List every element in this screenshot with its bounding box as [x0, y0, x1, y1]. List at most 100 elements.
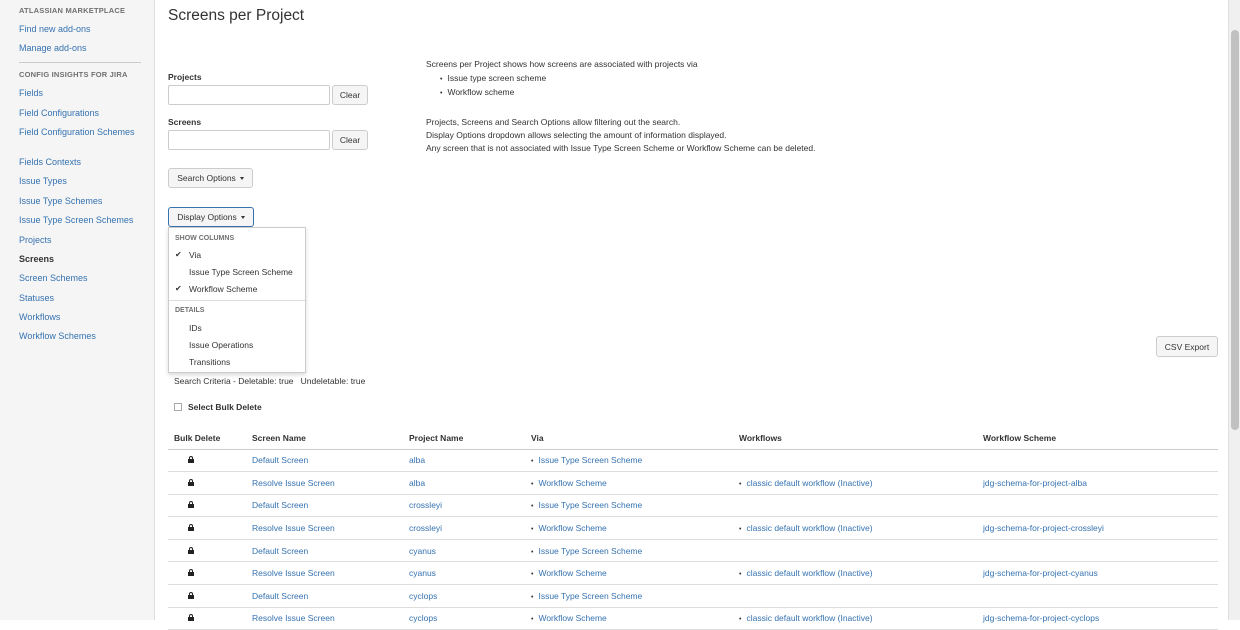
workflow-link[interactable]: classic default workflow (Inactive)	[739, 478, 873, 488]
col-screen-name: Screen Name	[246, 428, 403, 450]
project-name-cell: alba	[403, 471, 525, 495]
screen-link[interactable]: Resolve Issue Screen	[252, 523, 335, 533]
sidebar-item-issue-types[interactable]: Issue Types	[19, 176, 144, 186]
bulk-delete-cell	[168, 539, 246, 563]
column-option-label: Via	[189, 250, 202, 260]
screen-name-cell: Default Screen	[246, 494, 403, 518]
csv-export-button[interactable]: CSV Export	[1156, 336, 1218, 357]
sidebar-link-manage-addons[interactable]: Manage add-ons	[19, 43, 144, 53]
screens-input[interactable]	[168, 130, 330, 150]
screen-link[interactable]: Resolve Issue Screen	[252, 478, 335, 488]
project-name-cell: cyclops	[403, 584, 525, 608]
search-options-button[interactable]: Search Options	[168, 168, 253, 188]
screen-link[interactable]: Default Screen	[252, 546, 308, 556]
sidebar-link-find-addons[interactable]: Find new add-ons	[19, 24, 144, 34]
detail-option-ids[interactable]: IDs	[169, 320, 305, 336]
workflow-scheme-link[interactable]: jdg-schema-for-project-cyanus	[983, 568, 1098, 578]
clear-screens-button[interactable]: Clear	[332, 130, 368, 150]
table-row: Resolve Issue Screen cyanus Workflow Schem…	[168, 561, 1218, 586]
sidebar-item-statuses[interactable]: Statuses	[19, 293, 144, 303]
workflows-cell: classic default workflow (Inactive)	[733, 471, 977, 495]
bulk-delete-toggle[interactable]: Select Bulk Delete	[174, 402, 262, 412]
info-text-2: Projects, Screens and Search Options all…	[426, 116, 815, 155]
sidebar-item-issue-type-schemes[interactable]: Issue Type Schemes	[19, 196, 144, 206]
screen-link[interactable]: Resolve Issue Screen	[252, 613, 335, 623]
workflow-scheme-link[interactable]: jdg-schema-for-project-alba	[983, 478, 1087, 488]
sidebar-item-screen-schemes[interactable]: Screen Schemes	[19, 273, 144, 283]
via-link[interactable]: Workflow Scheme	[531, 478, 607, 488]
chevron-down-icon	[240, 216, 245, 219]
bulk-delete-cell	[168, 449, 246, 473]
workflow-scheme-link[interactable]: jdg-schema-for-project-cyclops	[983, 613, 1099, 623]
project-link[interactable]: alba	[409, 455, 425, 465]
column-option-via[interactable]: ✔ Via	[169, 247, 305, 263]
workflows-cell: classic default workflow (Inactive)	[733, 516, 977, 540]
via-link[interactable]: Issue Type Screen Scheme	[531, 591, 642, 601]
workflow-link[interactable]: classic default workflow (Inactive)	[739, 613, 873, 623]
workflow-link[interactable]: classic default workflow (Inactive)	[739, 568, 873, 578]
project-link[interactable]: cyanus	[409, 568, 436, 578]
sidebar: ATLASSIAN MARKETPLACE Find new add-ons M…	[0, 0, 155, 620]
table-row: Default Screen cyanus Issue Type Screen Sc…	[168, 539, 1218, 563]
via-link[interactable]: Workflow Scheme	[531, 523, 607, 533]
display-options-button[interactable]: Display Options	[168, 207, 254, 227]
via-link[interactable]: Workflow Scheme	[531, 613, 607, 623]
workflow-scheme-link[interactable]: jdg-schema-for-project-crossleyi	[983, 523, 1104, 533]
project-link[interactable]: cyclops	[409, 613, 437, 623]
scrollbar[interactable]	[1228, 0, 1240, 620]
workflow-scheme-cell: jdg-schema-for-project-alba	[977, 471, 1218, 495]
lock-icon	[188, 591, 194, 599]
column-option-workflow-scheme[interactable]: ✔ Workflow Scheme	[169, 281, 305, 297]
sidebar-item-field-configurations[interactable]: Field Configurations	[19, 108, 144, 118]
table-row: Resolve Issue Screen cyclops Workflow Sche…	[168, 607, 1218, 630]
project-link[interactable]: alba	[409, 478, 425, 488]
via-link[interactable]: Workflow Scheme	[531, 568, 607, 578]
column-option-label: Issue Type Screen Scheme	[189, 267, 293, 277]
sidebar-item-fields-contexts[interactable]: Fields Contexts	[19, 157, 144, 167]
sidebar-item-workflows[interactable]: Workflows	[19, 312, 144, 322]
info-line-2: Projects, Screens and Search Options all…	[426, 117, 681, 127]
via-link[interactable]: Issue Type Screen Scheme	[531, 455, 642, 465]
lock-icon	[188, 569, 194, 577]
scrollbar-thumb[interactable]	[1231, 30, 1239, 430]
sidebar-item-fields[interactable]: Fields	[19, 88, 144, 98]
screen-link[interactable]: Default Screen	[252, 591, 308, 601]
col-project-name: Project Name	[403, 428, 525, 450]
sidebar-item-issue-type-screen-schemes[interactable]: Issue Type Screen Schemes	[19, 215, 144, 225]
detail-option-transitions[interactable]: Transitions	[169, 354, 305, 370]
screen-name-cell: Default Screen	[246, 449, 403, 473]
table-header-row: Bulk Delete Screen Name Project Name Via…	[168, 428, 1218, 450]
via-cell: Workflow Scheme	[525, 516, 733, 540]
column-option-issue-type-screen-scheme[interactable]: Issue Type Screen Scheme	[169, 264, 305, 280]
via-link[interactable]: Issue Type Screen Scheme	[531, 546, 642, 556]
project-link[interactable]: cyclops	[409, 591, 437, 601]
screen-link[interactable]: Default Screen	[252, 455, 308, 465]
workflow-link[interactable]: classic default workflow (Inactive)	[739, 523, 873, 533]
dropdown-divider	[169, 300, 305, 301]
sidebar-item-workflow-schemes[interactable]: Workflow Schemes	[19, 331, 144, 341]
projects-input[interactable]	[168, 85, 330, 105]
via-cell: Issue Type Screen Scheme	[525, 584, 733, 608]
workflow-scheme-cell: jdg-schema-for-project-cyclops	[977, 607, 1218, 630]
table-row: Resolve Issue Screen alba Workflow Scheme c…	[168, 471, 1218, 495]
screen-link[interactable]: Default Screen	[252, 500, 308, 510]
info-line-4: Any screen that is not associated with I…	[426, 143, 816, 153]
col-workflows: Workflows	[733, 428, 977, 450]
info-bullet: Issue type screen scheme	[440, 72, 698, 86]
sidebar-item-projects[interactable]: Projects	[19, 235, 144, 245]
project-link[interactable]: crossleyi	[409, 500, 442, 510]
project-link[interactable]: crossleyi	[409, 523, 442, 533]
sidebar-item-field-configuration-schemes[interactable]: Field Configuration Schemes	[19, 127, 144, 137]
screen-link[interactable]: Resolve Issue Screen	[252, 568, 335, 578]
search-options-label: Search Options	[177, 173, 236, 183]
bulk-delete-checkbox[interactable]	[174, 403, 182, 411]
lock-icon	[188, 614, 194, 622]
project-link[interactable]: cyanus	[409, 546, 436, 556]
project-name-cell: crossleyi	[403, 494, 525, 518]
via-cell: Issue Type Screen Scheme	[525, 539, 733, 563]
via-link[interactable]: Issue Type Screen Scheme	[531, 500, 642, 510]
detail-option-issue-operations[interactable]: Issue Operations	[169, 337, 305, 353]
sidebar-item-screens[interactable]: Screens	[19, 254, 144, 264]
clear-projects-button[interactable]: Clear	[332, 85, 368, 105]
checkmark-icon: ✔	[175, 284, 182, 293]
